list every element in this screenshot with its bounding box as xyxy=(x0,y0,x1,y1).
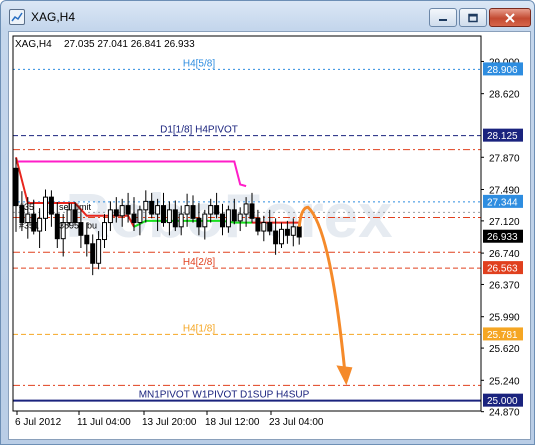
candle-body xyxy=(284,228,290,236)
candle-body xyxy=(13,167,19,207)
order-label: sell limit xyxy=(59,202,92,212)
title-bar[interactable]: XAG,H4 xyxy=(1,1,534,31)
price-tick-label: 25.240 xyxy=(489,376,520,387)
candle-body xyxy=(113,209,119,217)
level-label: MN1PIVOT W1PIVOT D1SUP H4SUP xyxy=(139,390,310,401)
order-label: #35 xyxy=(19,202,34,212)
candle-body xyxy=(225,209,231,228)
candle-body xyxy=(243,203,249,215)
candle-body xyxy=(84,234,90,245)
time-tick-label: 23 Jul 04:00 xyxy=(269,417,324,428)
candle-body xyxy=(143,200,149,211)
close-icon xyxy=(505,12,515,23)
time-tick-label: 13 Jul 20:00 xyxy=(142,417,197,428)
candle-body xyxy=(172,209,178,228)
minimize-icon xyxy=(439,18,447,21)
candle-body xyxy=(43,196,48,219)
candle-body xyxy=(220,213,225,228)
price-marker-label: 25.000 xyxy=(487,396,518,407)
price-tick-label: 25.620 xyxy=(489,344,520,355)
candle-body xyxy=(261,222,267,232)
level-label: H4[5/8] xyxy=(183,58,215,69)
candle-body xyxy=(255,217,261,232)
candle-body xyxy=(102,222,107,241)
price-chart[interactable]: RoboForex H4[5/8]D1[1/8] H4PIVOTH4[2/8]H… xyxy=(9,32,530,439)
chart-window: XAG,H4 RoboForex H4[5/8]D1[1/8] H4PIVOTH… xyxy=(0,0,535,445)
order-label: #351 xyxy=(19,221,39,231)
candle-body xyxy=(166,209,172,224)
candle-body xyxy=(290,226,296,236)
price-tick-label: 28.620 xyxy=(489,90,520,101)
chart-ohlc: 27.035 27.041 26.841 26.933 xyxy=(64,39,195,50)
level-label: D1[1/8] H4PIVOT xyxy=(160,125,238,136)
candle-body xyxy=(273,230,279,245)
candle-body xyxy=(137,209,143,224)
price-marker-label: 28.125 xyxy=(487,131,518,142)
price-tick-label: 27.490 xyxy=(489,185,520,196)
level-label: H4[1/8] xyxy=(183,323,215,334)
minimize-button[interactable] xyxy=(429,8,457,27)
level-label: H4[2/8] xyxy=(183,257,215,268)
chart-area[interactable]: RoboForex H4[5/8]D1[1/8] H4PIVOTH4[2/8]H… xyxy=(8,31,531,440)
chart-window-icon xyxy=(9,9,25,25)
current-price-label: 26.933 xyxy=(487,232,518,243)
candles xyxy=(13,158,302,276)
candle-body xyxy=(237,213,243,222)
price-axis: 29.00028.62027.87027.49027.12026.74026.3… xyxy=(481,57,523,419)
chart-symbol: XAG,H4 xyxy=(15,39,52,50)
maximize-button[interactable] xyxy=(459,8,487,27)
candle-body xyxy=(231,209,237,222)
candle-body xyxy=(279,228,284,245)
candle-body xyxy=(90,243,96,264)
candle-body xyxy=(267,222,273,232)
price-marker-label: 28.906 xyxy=(487,65,518,76)
candle-body xyxy=(125,205,131,215)
order-label: bu xyxy=(87,221,97,231)
price-tick-label: 24.870 xyxy=(489,408,520,419)
candle-body xyxy=(78,222,84,236)
candle-body xyxy=(96,239,102,264)
window-title: XAG,H4 xyxy=(31,10,76,24)
candle-body xyxy=(249,203,255,219)
price-marker-label: 26.563 xyxy=(487,264,518,275)
price-tick-label: 25.990 xyxy=(489,313,520,324)
price-marker-label: 27.344 xyxy=(487,197,518,208)
candle-body xyxy=(161,205,166,224)
candle-body xyxy=(178,213,184,228)
candle-body xyxy=(155,205,161,215)
candle-body xyxy=(196,217,202,228)
order-label: 3895 xyxy=(59,221,79,231)
candle-body xyxy=(208,205,214,215)
price-tick-label: 26.370 xyxy=(489,280,520,291)
candle-body xyxy=(202,213,208,228)
candle-body xyxy=(48,196,54,215)
candle-body xyxy=(131,213,137,224)
price-marker-label: 25.781 xyxy=(487,330,518,341)
price-tick-label: 26.740 xyxy=(489,249,520,260)
candle-body xyxy=(107,209,113,224)
time-axis: 6 Jul 2012 11 Jul 04:00 13 Jul 20:00 18 Jul… xyxy=(15,411,324,428)
close-button[interactable] xyxy=(489,8,531,27)
candle-body xyxy=(149,200,155,215)
time-tick-label: 18 Jul 12:00 xyxy=(205,417,260,428)
price-tick-label: 27.120 xyxy=(489,217,520,228)
candle-body xyxy=(296,226,302,238)
price-tick-label: 27.870 xyxy=(489,153,520,164)
candle-body xyxy=(190,205,196,219)
forecast-arrowhead xyxy=(336,365,353,386)
candle-body xyxy=(184,205,190,215)
time-tick-label: 6 Jul 2012 xyxy=(15,417,62,428)
candle-body xyxy=(214,205,220,215)
time-tick-label: 11 Jul 04:00 xyxy=(77,417,131,428)
candle-body xyxy=(119,205,125,217)
maximize-icon xyxy=(468,13,478,22)
